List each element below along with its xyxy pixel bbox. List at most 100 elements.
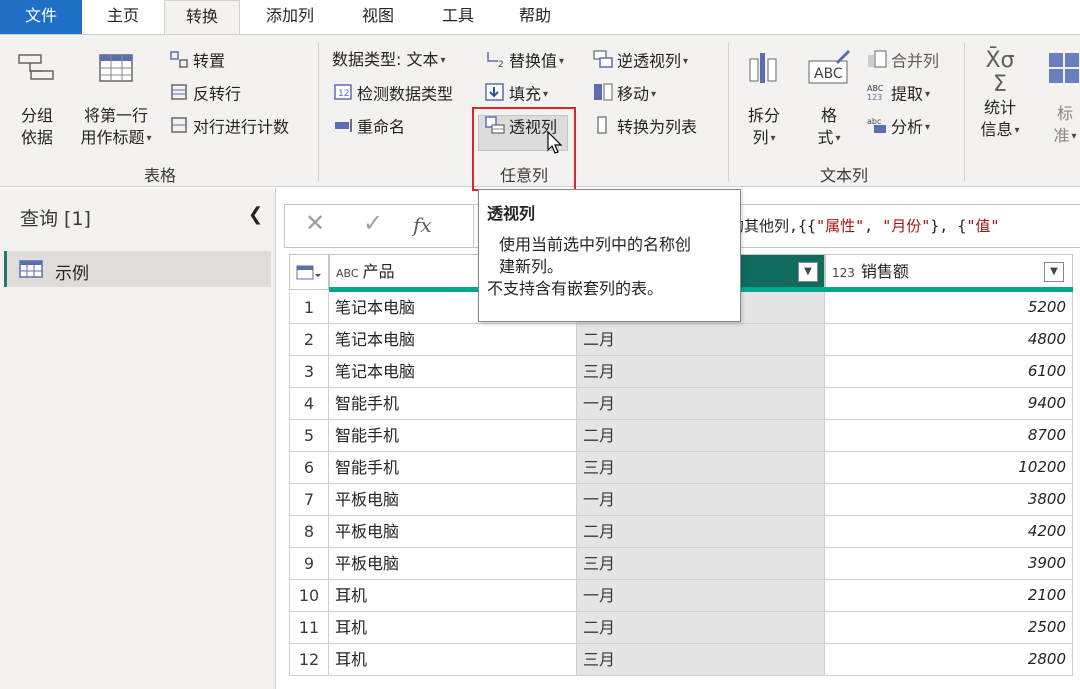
rename-button[interactable]: 重命名 (332, 115, 405, 141)
group-by-label-2: 依据 (20, 128, 53, 147)
group-by-button[interactable]: 分组 依据 (12, 49, 62, 149)
rename-label: 重命名 (357, 117, 406, 137)
chevron-down-icon: ▾ (925, 89, 931, 100)
statistics-button[interactable]: X̄σ Σ 统计 信息 ▾ (970, 49, 1030, 142)
cell-sales[interactable]: 2500 (825, 612, 1073, 644)
tab-view[interactable]: 视图 (348, 0, 408, 34)
column-filter-dropdown-icon[interactable]: ▼ (798, 262, 818, 282)
table-menu-button[interactable] (289, 254, 329, 290)
cell-product[interactable]: 平板电脑 (329, 516, 577, 548)
cell-sales[interactable]: 10200 (825, 452, 1073, 484)
cell-month[interactable]: 一月 (577, 388, 825, 420)
column-header-sales[interactable]: 123 销售额 ▼ (825, 254, 1073, 290)
chevron-down-icon: ▾ (683, 56, 689, 67)
cell-product[interactable]: 平板电脑 (329, 484, 577, 516)
replace-values-icon: 2 (484, 49, 506, 75)
convert-to-list-button[interactable]: 转换为列表 (592, 115, 697, 141)
queries-title: 查询 [1] (20, 208, 91, 230)
cell-sales[interactable]: 9400 (825, 388, 1073, 420)
table-row: 3 笔记本电脑 三月 6100 (284, 356, 1080, 388)
chevron-down-icon: ▾ (1014, 124, 1020, 136)
cell-sales[interactable]: 4200 (825, 516, 1073, 548)
cell-product[interactable]: 笔记本电脑 (329, 356, 577, 388)
cell-sales[interactable]: 5200 (825, 292, 1073, 324)
cell-month[interactable]: 三月 (577, 356, 825, 388)
table-row: 5 智能手机 二月 8700 (284, 420, 1080, 452)
replace-values-button[interactable]: 2 替换值 ▾ (484, 49, 564, 75)
transpose-button[interactable]: 转置 (168, 49, 225, 75)
replace-values-label: 替换值 (509, 51, 558, 71)
fx-icon[interactable]: fx (413, 213, 432, 237)
table-group-label: 表格 (143, 166, 176, 185)
collapse-chevron-icon[interactable]: ❮ (248, 204, 263, 225)
tab-help[interactable]: 帮助 (505, 0, 565, 34)
unpivot-columns-button[interactable]: 逆透视列 ▾ (592, 49, 688, 75)
tab-transform[interactable]: 转换 (164, 0, 240, 35)
tab-tools[interactable]: 工具 (428, 0, 488, 34)
cell-sales[interactable]: 3900 (825, 548, 1073, 580)
chevron-down-icon: ▾ (651, 89, 657, 100)
reverse-rows-icon (168, 82, 190, 108)
cell-sales[interactable]: 4800 (825, 324, 1073, 356)
tab-home[interactable]: 主页 (92, 0, 154, 34)
standard-label-2: 准 (1053, 126, 1070, 145)
cell-product[interactable]: 耳机 (329, 644, 577, 676)
tab-file[interactable]: 文件 (0, 0, 82, 34)
text-column-group-label: 文本列 (819, 166, 868, 185)
parse-button[interactable]: abc 分析 ▾ (866, 115, 930, 141)
extract-label: 提取 (891, 84, 924, 104)
parse-label: 分析 (891, 117, 924, 137)
list-icon (592, 115, 614, 141)
cell-month[interactable]: 一月 (577, 580, 825, 612)
data-type-dropdown[interactable]: 数据类型: 文本 ▾ (332, 49, 446, 72)
cell-month[interactable]: 二月 (577, 420, 825, 452)
svg-text:ABC: ABC (814, 66, 843, 82)
cell-product[interactable]: 智能手机 (329, 388, 577, 420)
cell-month[interactable]: 二月 (577, 612, 825, 644)
column-filter-dropdown-icon[interactable]: ▼ (1044, 262, 1064, 282)
cell-month[interactable]: 一月 (577, 484, 825, 516)
cell-month[interactable]: 二月 (577, 324, 825, 356)
cell-month[interactable]: 三月 (577, 452, 825, 484)
cell-month[interactable]: 二月 (577, 516, 825, 548)
parse-icon: abc (866, 115, 888, 141)
fill-button[interactable]: 填充 ▾ (484, 82, 548, 108)
split-column-button[interactable]: 拆分 列 ▾ (740, 49, 788, 150)
move-button[interactable]: 移动 ▾ (592, 82, 656, 108)
query-item-label: 示例 (55, 264, 89, 284)
use-first-row-button[interactable]: 将第一行 用作标题 ▾ (70, 49, 162, 150)
svg-text:2: 2 (498, 60, 504, 69)
group-divider (964, 43, 965, 181)
cell-product[interactable]: 笔记本电脑 (329, 324, 577, 356)
extract-button[interactable]: ABC 123 提取 ▾ (866, 82, 930, 108)
cancel-icon[interactable]: ✕ (305, 209, 325, 237)
reverse-rows-button[interactable]: 反转行 (168, 82, 241, 108)
row-number: 8 (289, 516, 329, 548)
cell-sales[interactable]: 2800 (825, 644, 1073, 676)
cell-month[interactable]: 三月 (577, 644, 825, 676)
check-icon[interactable]: ✓ (363, 209, 383, 237)
cell-sales[interactable]: 3800 (825, 484, 1073, 516)
cell-product[interactable]: 耳机 (329, 580, 577, 612)
merge-columns-button[interactable]: 合并列 (866, 49, 939, 75)
cell-sales[interactable]: 6100 (825, 356, 1073, 388)
count-rows-button[interactable]: 对行进行计数 (168, 115, 289, 141)
table-icon (19, 260, 43, 278)
cell-month[interactable]: 三月 (577, 548, 825, 580)
tab-add-column[interactable]: 添加列 (252, 0, 328, 34)
cell-sales[interactable]: 2100 (825, 580, 1073, 612)
number-type-icon: 123 (832, 266, 855, 280)
tooltip-line: 使用当前选中列中的名称创 (499, 235, 692, 254)
cell-product[interactable]: 智能手机 (329, 420, 577, 452)
detect-data-type-button[interactable]: 12 检测数据类型 (332, 82, 453, 108)
cell-product[interactable]: 平板电脑 (329, 548, 577, 580)
cell-sales[interactable]: 8700 (825, 420, 1073, 452)
row-number: 7 (289, 484, 329, 516)
format-button[interactable]: ABC 格 式 ▾ (802, 49, 856, 150)
cell-product[interactable]: 耳机 (329, 612, 577, 644)
cell-product[interactable]: 智能手机 (329, 452, 577, 484)
standard-button[interactable]: 标 准 ▾ (1040, 49, 1080, 148)
column-header-label: 产品 (362, 262, 395, 281)
query-item-example[interactable]: 示例 (4, 251, 271, 287)
convert-to-list-label: 转换为列表 (617, 117, 698, 137)
